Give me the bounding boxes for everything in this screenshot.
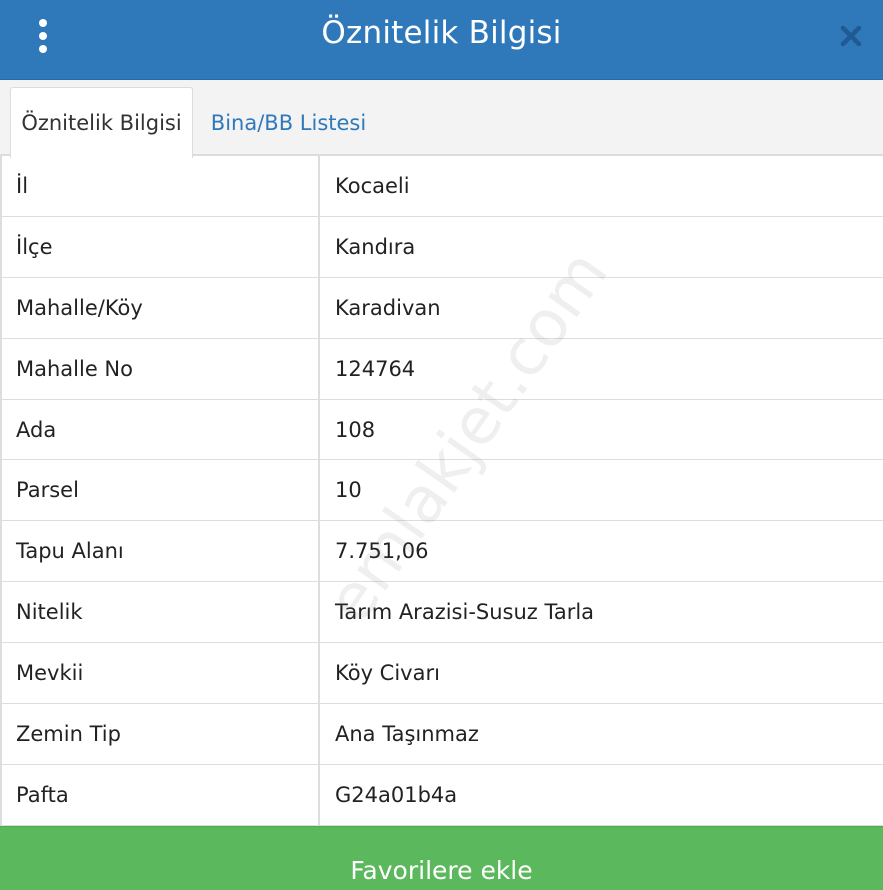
- attribute-label: Pafta: [16, 782, 69, 807]
- table-row: Zemin Tip Ana Taşınmaz: [2, 704, 883, 765]
- attribute-value: Karadivan: [335, 295, 441, 320]
- column-divider: [318, 764, 320, 825]
- column-divider: [318, 399, 320, 460]
- attribute-label: Zemin Tip: [16, 721, 121, 746]
- attribute-table: İl Kocaeli İlçe Kandıra Mahalle/Köy Kara…: [0, 156, 883, 826]
- column-divider: [318, 156, 320, 216]
- panel-title: Öznitelik Bilgisi: [321, 15, 562, 51]
- panel-header: Öznitelik Bilgisi: [0, 0, 883, 80]
- column-divider: [318, 643, 320, 704]
- attribute-value: G24a01b4a: [335, 782, 458, 807]
- close-icon: [840, 25, 862, 47]
- attribute-value: Tarım Arazisi-Susuz Tarla: [335, 600, 595, 625]
- attribute-label: Nitelik: [16, 600, 83, 625]
- attribute-value: 124764: [335, 356, 416, 381]
- attribute-label: Mahalle/Köy: [16, 295, 143, 320]
- table-row: Pafta G24a01b4a: [2, 764, 883, 826]
- tab-bar: Öznitelik Bilgisi Bina/BB Listesi: [0, 80, 883, 158]
- attribute-label: İlçe: [16, 234, 53, 259]
- table-row: Mevkii Köy Civarı: [2, 643, 883, 705]
- table-row: İlçe Kandıra: [2, 216, 883, 278]
- column-divider: [318, 521, 320, 582]
- table-row: Parsel 10: [2, 460, 883, 522]
- column-divider: [318, 216, 320, 277]
- column-divider: [318, 704, 320, 764]
- table-row: Mahalle No 124764: [2, 338, 883, 400]
- attribute-label: Tapu Alanı: [16, 539, 124, 564]
- column-divider: [318, 277, 320, 338]
- tab-attribute-info[interactable]: Öznitelik Bilgisi: [10, 87, 193, 158]
- attribute-value: Köy Civarı: [335, 661, 440, 686]
- attribute-label: Parsel: [16, 478, 79, 503]
- attribute-value: 108: [335, 417, 376, 442]
- attribute-label: Mevkii: [16, 661, 84, 686]
- attribute-label: Ada: [16, 417, 57, 442]
- attribute-value: 10: [335, 478, 362, 503]
- attribute-label: İl: [16, 173, 29, 198]
- column-divider: [318, 338, 320, 399]
- table-row: Nitelik Tarım Arazisi-Susuz Tarla: [2, 582, 883, 644]
- attribute-value: 7.751,06: [335, 539, 429, 564]
- table-row: İl Kocaeli: [2, 156, 883, 217]
- close-button[interactable]: [832, 17, 870, 55]
- table-row: Tapu Alanı 7.751,06: [2, 521, 883, 583]
- column-divider: [318, 582, 320, 643]
- attribute-value: Kandıra: [335, 234, 416, 259]
- attribute-value: Kocaeli: [335, 173, 410, 198]
- column-divider: [318, 460, 320, 521]
- attribute-label: Mahalle No: [16, 356, 133, 381]
- tab-building-list[interactable]: Bina/BB Listesi: [196, 87, 381, 158]
- attribute-value: Ana Taşınmaz: [335, 721, 479, 746]
- table-row: Ada 108: [2, 399, 883, 461]
- table-row: Mahalle/Köy Karadivan: [2, 277, 883, 339]
- attribute-info-panel: Öznitelik Bilgisi Öznitelik Bilgisi Bina…: [0, 0, 883, 890]
- add-to-favorites-button[interactable]: Favorilere ekle: [0, 826, 883, 890]
